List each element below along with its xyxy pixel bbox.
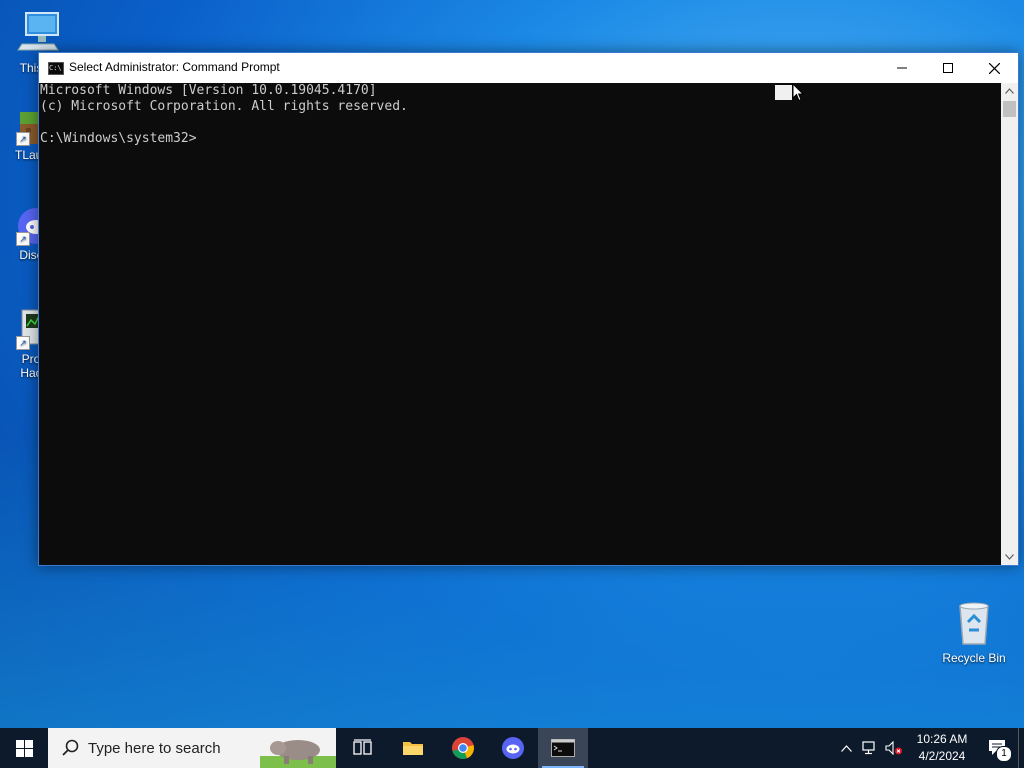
discord-icon xyxy=(502,737,524,759)
clock-date: 4/2/2024 xyxy=(918,749,966,763)
show-desktop-button[interactable] xyxy=(1018,728,1024,768)
task-view-icon xyxy=(353,739,372,755)
computer-icon xyxy=(17,12,59,51)
search-highlight-hippo-icon xyxy=(260,740,336,768)
windows-logo-icon xyxy=(15,739,33,757)
maximize-button[interactable] xyxy=(925,53,971,83)
show-hidden-icons-button[interactable] xyxy=(834,728,858,768)
shortcut-arrow-icon: ↗ xyxy=(16,132,30,146)
window-title: Select Administrator: Command Prompt xyxy=(69,60,280,74)
minimize-icon xyxy=(897,67,907,69)
chrome-icon xyxy=(452,737,474,760)
taskbar: Type here to search 10:26 AM 4/2/2024 1 xyxy=(0,728,1024,768)
system-tray: 10:26 AM 4/2/2024 1 xyxy=(834,728,1024,768)
desktop-icon-recycle-bin[interactable]: Recycle Bin xyxy=(938,600,1010,665)
search-placeholder: Type here to search xyxy=(88,739,221,757)
search-icon xyxy=(60,737,82,759)
network-button[interactable] xyxy=(858,728,882,768)
mouse-cursor-icon xyxy=(792,83,804,102)
close-button[interactable] xyxy=(971,53,1017,83)
close-icon xyxy=(988,62,1000,74)
scroll-up-button[interactable] xyxy=(1001,83,1018,99)
scrollbar-thumb[interactable] xyxy=(1003,101,1016,117)
clock-time: 10:26 AM xyxy=(916,732,968,746)
chevron-down-icon xyxy=(1005,554,1014,560)
selection-highlight xyxy=(775,85,792,100)
taskbar-chrome[interactable] xyxy=(438,728,488,768)
notification-count-badge: 1 xyxy=(996,746,1012,762)
action-center-button[interactable]: 1 xyxy=(978,728,1018,768)
maximize-icon xyxy=(943,63,953,73)
taskbar-discord[interactable] xyxy=(488,728,538,768)
folder-icon xyxy=(403,742,423,755)
clock[interactable]: 10:26 AM 4/2/2024 xyxy=(906,731,978,765)
minimize-button[interactable] xyxy=(879,53,925,83)
chevron-up-icon xyxy=(840,744,852,752)
start-button[interactable] xyxy=(0,728,48,768)
taskbar-command-prompt[interactable] xyxy=(538,728,588,768)
console-line: (c) Microsoft Corporation. All rights re… xyxy=(40,99,408,114)
scroll-down-button[interactable] xyxy=(1001,549,1018,565)
cmd-icon xyxy=(551,739,575,757)
taskbar-search-box[interactable]: Type here to search xyxy=(48,728,336,768)
recycle-bin-icon xyxy=(959,602,989,645)
network-icon xyxy=(862,741,875,755)
task-view-button[interactable] xyxy=(338,728,388,768)
command-prompt-window[interactable]: C:\ Select Administrator: Command Prompt… xyxy=(38,52,1019,566)
window-titlebar[interactable]: C:\ Select Administrator: Command Prompt xyxy=(39,53,1018,83)
chevron-up-icon xyxy=(1005,88,1014,94)
cmd-icon: C:\ xyxy=(48,62,64,75)
volume-muted-icon xyxy=(885,741,902,755)
taskbar-file-explorer[interactable] xyxy=(388,728,438,768)
shortcut-arrow-icon: ↗ xyxy=(16,336,30,350)
console-line: Microsoft Windows [Version 10.0.19045.41… xyxy=(40,83,377,98)
shortcut-arrow-icon: ↗ xyxy=(16,232,30,246)
volume-button[interactable] xyxy=(882,728,906,768)
console-output[interactable]: Microsoft Windows [Version 10.0.19045.41… xyxy=(39,83,1000,565)
desktop-icon-label: Recycle Bin xyxy=(942,651,1006,665)
console-prompt-line: C:\Windows\system32> xyxy=(40,131,197,146)
vertical-scrollbar[interactable] xyxy=(1001,83,1018,565)
